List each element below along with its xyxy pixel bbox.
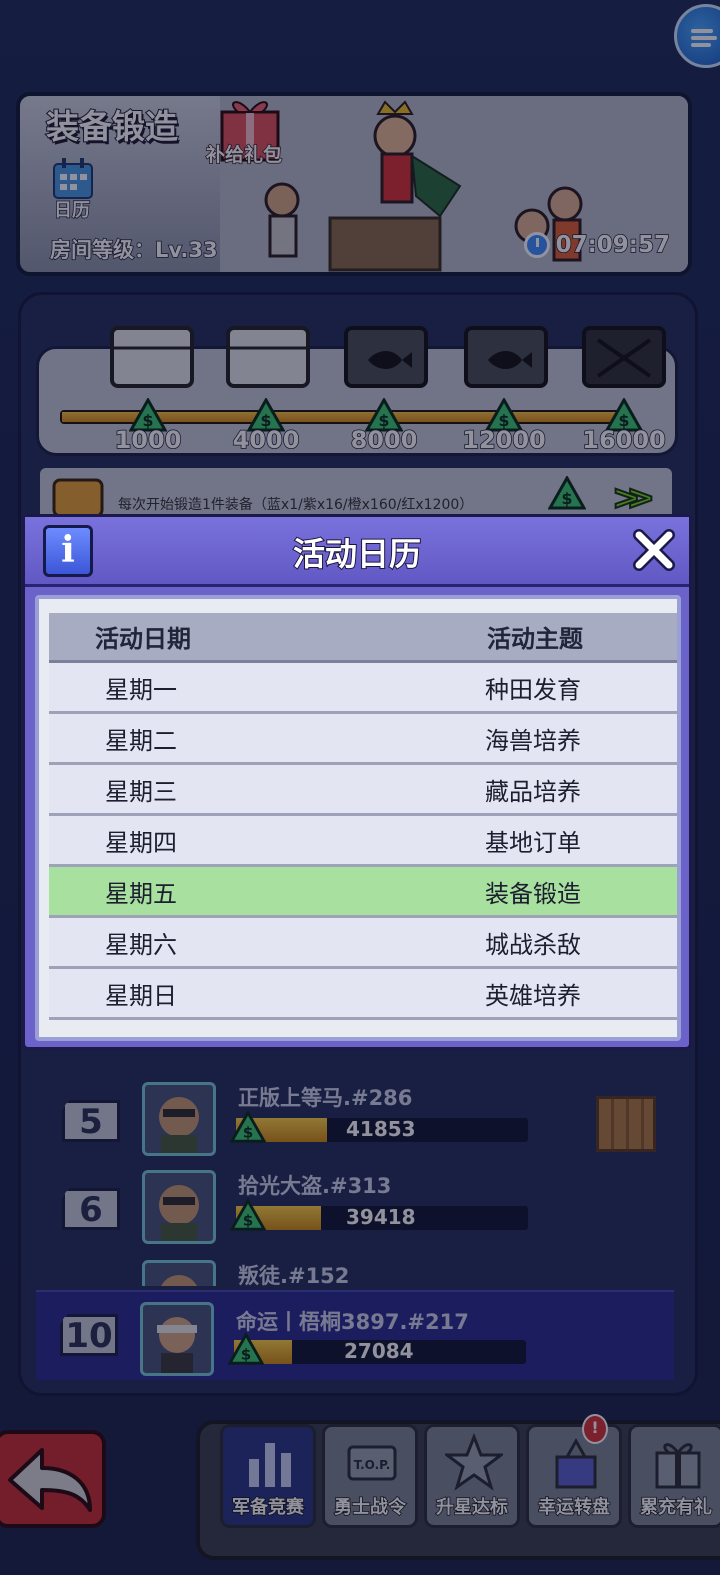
event-theme-cell: 种田发育 <box>363 663 677 714</box>
calendar-row: 星期三 藏品培养 <box>49 765 677 816</box>
event-theme-cell: 城战杀敌 <box>363 918 677 969</box>
weekday-cell: 星期三 <box>49 765 363 816</box>
table-header-row: 活动日期 活动主题 <box>49 613 677 663</box>
weekday-cell: 星期六 <box>49 918 363 969</box>
dialog-header: i 活动日历 <box>25 517 689 587</box>
calendar-row: 星期二 海兽培养 <box>49 714 677 765</box>
calendar-row: 星期四 基地订单 <box>49 816 677 867</box>
calendar-row: 星期一 种田发育 <box>49 663 677 714</box>
weekday-cell: 星期二 <box>49 714 363 765</box>
calendar-row: 星期六 城战杀敌 <box>49 918 677 969</box>
event-calendar-table: 活动日期 活动主题 星期一 种田发育 星期二 海兽培养 星期三 藏品培养 星期四 基地订单 星期… <box>49 613 677 1020</box>
calendar-row-today: 星期五 装备锻造 <box>49 867 677 918</box>
calendar-row: 星期日 英雄培养 <box>49 969 677 1020</box>
dialog-title: 活动日历 <box>292 534 422 574</box>
event-theme-cell: 装备锻造 <box>363 867 677 918</box>
column-header-date: 活动日期 <box>49 613 363 663</box>
event-theme-cell: 基地订单 <box>363 816 677 867</box>
event-theme-cell: 藏品培养 <box>363 765 677 816</box>
weekday-cell: 星期日 <box>49 969 363 1020</box>
weekday-cell: 星期一 <box>49 663 363 714</box>
event-theme-cell: 英雄培养 <box>363 969 677 1020</box>
weekday-cell: 星期五 <box>49 867 363 918</box>
weekday-cell: 星期四 <box>49 816 363 867</box>
event-theme-cell: 海兽培养 <box>363 714 677 765</box>
close-icon[interactable] <box>629 525 679 575</box>
column-header-theme: 活动主题 <box>363 613 677 663</box>
dialog-body: 活动日期 活动主题 星期一 种田发育 星期二 海兽培养 星期三 藏品培养 星期四 基地订单 星期… <box>35 595 681 1041</box>
event-calendar-dialog: i 活动日历 活动日期 活动主题 星期一 种田发育 星期二 海兽培养 星期三 藏品培养 星期… <box>22 514 692 1050</box>
